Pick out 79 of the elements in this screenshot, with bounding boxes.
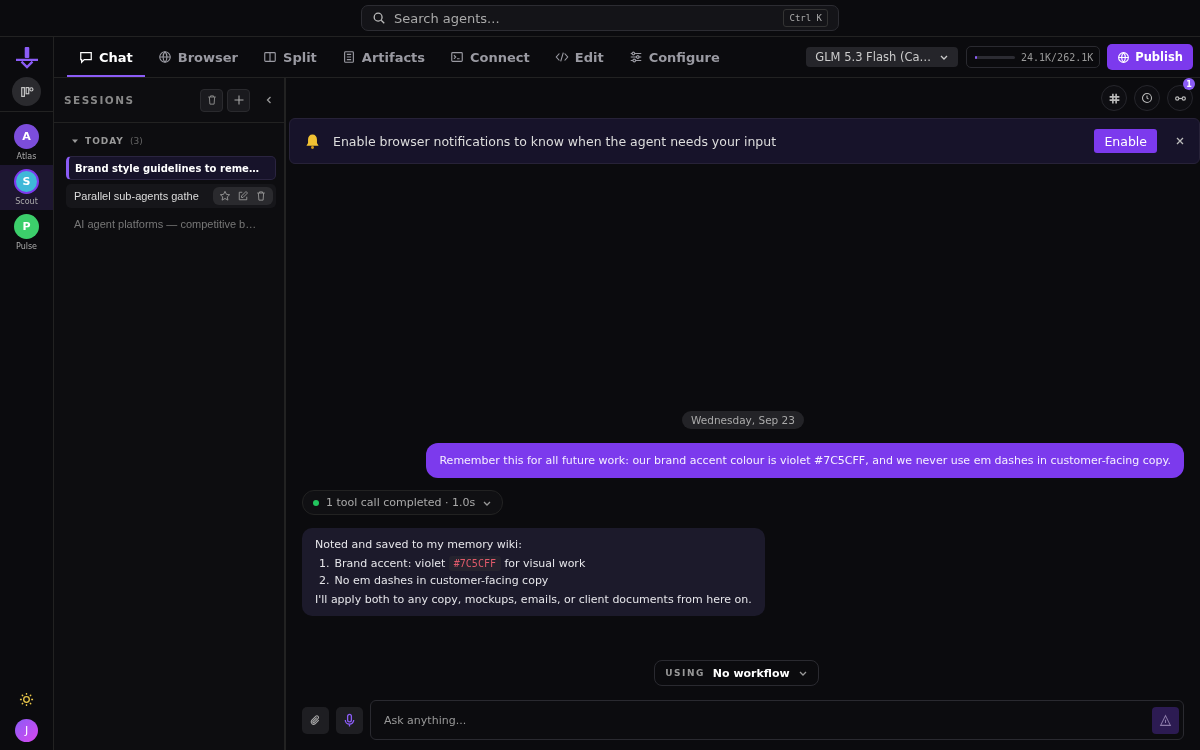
notification-badge: 1 [1183, 78, 1195, 90]
tab[interactable]: Edit [542, 37, 616, 77]
user-avatar[interactable]: J [15, 719, 38, 742]
list-item-text: No em dashes in customer-facing copy [334, 574, 549, 587]
hash-button[interactable] [1101, 85, 1127, 111]
chat-icon [79, 50, 93, 64]
document-icon [341, 50, 356, 64]
agent-name: Atlas [16, 152, 37, 161]
edit-icon[interactable] [237, 190, 249, 202]
columns-icon [263, 50, 278, 64]
composer-box[interactable]: Ask anything... [370, 700, 1184, 740]
list-item-text: Brand accent: violet #7C5CFF for visual work [334, 557, 586, 570]
message-text: I'll apply both to any copy, mockups, emails, or client documents from here on. [315, 593, 752, 606]
agent-item[interactable]: S Scout [0, 165, 53, 210]
session-item[interactable]: AI agent platforms — competitive b… [66, 212, 276, 236]
boards-icon [19, 84, 34, 99]
search-bar[interactable]: Search agents... Ctrl K [361, 5, 839, 31]
agent-avatar: A [14, 124, 39, 149]
agent-name: Pulse [15, 242, 38, 251]
boards-button[interactable] [12, 77, 41, 106]
publish-button[interactable]: Publish [1107, 44, 1193, 70]
list-number: 2. [319, 574, 330, 587]
clock-icon [1141, 92, 1153, 104]
tab[interactable]: Connect [438, 37, 542, 77]
attach-button[interactable] [302, 706, 329, 734]
context-meter [975, 55, 1015, 59]
enable-button[interactable]: Enable [1094, 129, 1157, 153]
workflow-selector[interactable]: USING No workflow [654, 660, 819, 686]
model-dropdown[interactable]: GLM 5.3 Flash (Ca… [806, 47, 958, 67]
trash-icon[interactable] [255, 190, 267, 202]
agent-avatar: S [14, 169, 39, 194]
close-icon[interactable] [1175, 136, 1185, 146]
tool-call-status[interactable]: 1 tool call completed · 1.0s [302, 490, 504, 515]
message-text: Noted and saved to my memory wiki: [315, 538, 523, 551]
search-field[interactable]: Search agents... [394, 10, 776, 26]
session-item[interactable]: Parallel sub-agents gathe [66, 184, 276, 208]
agent-item[interactable]: P Pulse [0, 210, 53, 255]
search-icon [372, 11, 386, 25]
agent-name: Scout [15, 197, 38, 206]
tab[interactable]: Configure [616, 37, 732, 77]
paperclip-icon [309, 713, 322, 727]
microphone-icon [342, 712, 357, 728]
panel-title: SESSIONS [64, 94, 135, 106]
globe-icon [1117, 50, 1131, 64]
date-divider: Wednesday, Sep 23 [682, 411, 804, 429]
tab[interactable]: Browser [145, 37, 251, 77]
terminal-icon [450, 50, 465, 64]
microphone-button[interactable] [336, 706, 363, 734]
triangle-icon [1159, 713, 1172, 727]
history-button[interactable] [1134, 85, 1160, 111]
banner-text: Enable browser notifications to know when the agent needs your input [333, 133, 777, 149]
agent-item[interactable]: A Atlas [0, 120, 53, 165]
code-icon [554, 50, 569, 64]
bell-icon [304, 132, 321, 150]
tab[interactable]: Split [251, 37, 329, 77]
group-count: (3) [129, 136, 143, 146]
user-message: Remember this for all future work: our brand accent colour is violet #7C5CFF, and we never use em dashes in customer-facing copy. [426, 443, 1184, 478]
agent-avatar: P [14, 214, 39, 239]
message-input[interactable]: Ask anything... [384, 713, 1152, 727]
send-button[interactable] [1152, 706, 1179, 734]
plus-icon [232, 94, 245, 106]
trash-icon [205, 94, 218, 106]
tab[interactable]: Artifacts [329, 37, 438, 77]
add-button[interactable] [227, 88, 250, 112]
list-number: 1. [319, 557, 330, 570]
sun-icon[interactable] [19, 692, 34, 707]
delete-button[interactable] [200, 88, 223, 112]
shortcut-hint: Ctrl K [783, 9, 828, 27]
group-label: TODAY [85, 136, 124, 146]
link-button[interactable] [1167, 85, 1193, 111]
globe-icon [157, 50, 172, 64]
caret-icon[interactable] [71, 137, 79, 145]
logo-icon [13, 47, 40, 69]
hash-icon [1107, 91, 1121, 105]
session-item[interactable]: Brand style guidelines to reme… [66, 156, 276, 180]
context-reading: 24.1K/262.1K [1021, 51, 1094, 63]
collapse-icon[interactable] [264, 95, 274, 105]
sliders-icon [628, 50, 643, 64]
star-icon[interactable] [219, 190, 231, 202]
